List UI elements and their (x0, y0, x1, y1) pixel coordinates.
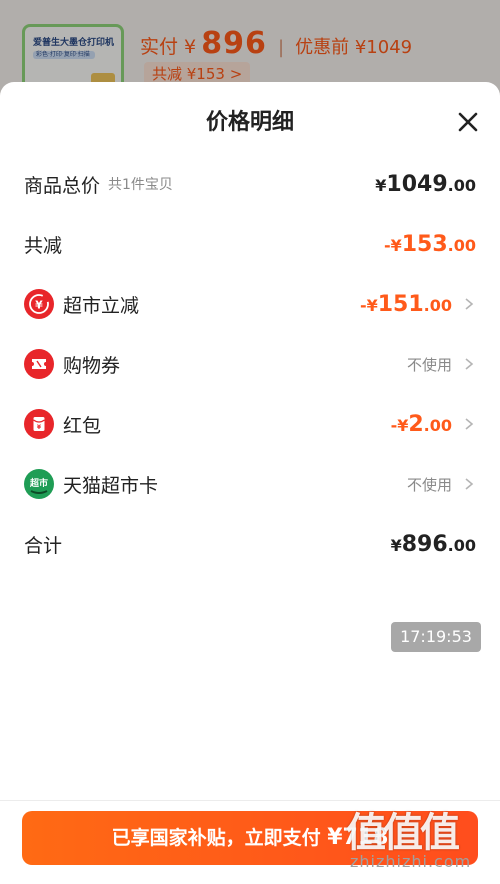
discount-amount: -¥153.00 (383, 231, 476, 257)
price-detail-sheet: 价格明细 商品总价 共1件宝贝 ¥1049.00 共减 -¥153.00 ¥ 超… (0, 82, 500, 884)
watermark: 值值值 zhizhizhi.com (346, 800, 496, 880)
sheet-title: 价格明细 (205, 110, 294, 135)
red-packet-icon: ¥ (24, 409, 54, 439)
close-button[interactable] (454, 108, 482, 136)
timestamp-badge: 17:19:53 (391, 622, 481, 652)
chevron-right-icon (465, 358, 474, 370)
row-shopping-coupon[interactable]: 购物券 不使用 (24, 344, 476, 384)
coupon-value: 不使用 (406, 355, 452, 374)
chevron-right-icon (465, 418, 474, 430)
watermark-logo: 值值值 (346, 810, 460, 856)
pay-button-label: 已享国家补贴，立即支付 (111, 827, 328, 849)
coupon-label: 购物券 (63, 354, 121, 377)
row-red-packet[interactable]: ¥ 红包 -¥2.00 (24, 404, 476, 444)
sum-label: 合计 (24, 534, 63, 557)
svg-text:超市: 超市 (29, 477, 48, 489)
row-supermarket-discount[interactable]: ¥ 超市立减 -¥151.00 (24, 284, 476, 324)
row-sum: 合计 ¥896.00 (24, 524, 476, 564)
total-price-amount: ¥1049.00 (375, 171, 476, 197)
total-price-label: 商品总价 (24, 174, 101, 197)
supermarket-discount-amount: -¥151.00 (359, 291, 452, 317)
red-packet-label: 红包 (63, 414, 102, 437)
tmall-supermarket-icon: 超市 (24, 469, 54, 499)
tmall-card-value: 不使用 (406, 475, 452, 494)
yen-discount-icon: ¥ (24, 289, 54, 319)
svg-text:¥: ¥ (35, 299, 43, 312)
supermarket-discount-label: 超市立减 (63, 294, 140, 317)
row-total-discount: 共减 -¥153.00 (24, 224, 476, 264)
ticket-icon (24, 349, 54, 379)
watermark-text: zhizhizhi.com (350, 852, 472, 871)
chevron-right-icon (465, 298, 474, 310)
red-packet-amount: -¥2.00 (390, 411, 452, 437)
sum-amount: ¥896.00 (390, 531, 476, 557)
row-total-price: 商品总价 共1件宝贝 ¥1049.00 (24, 164, 476, 204)
discount-label: 共减 (24, 234, 63, 257)
row-tmall-supermarket-card[interactable]: 超市 天猫超市卡 不使用 (24, 464, 476, 504)
close-icon (458, 112, 478, 132)
tmall-card-label: 天猫超市卡 (63, 474, 159, 497)
item-count: 共1件宝贝 (108, 177, 173, 193)
chevron-right-icon (465, 478, 474, 490)
